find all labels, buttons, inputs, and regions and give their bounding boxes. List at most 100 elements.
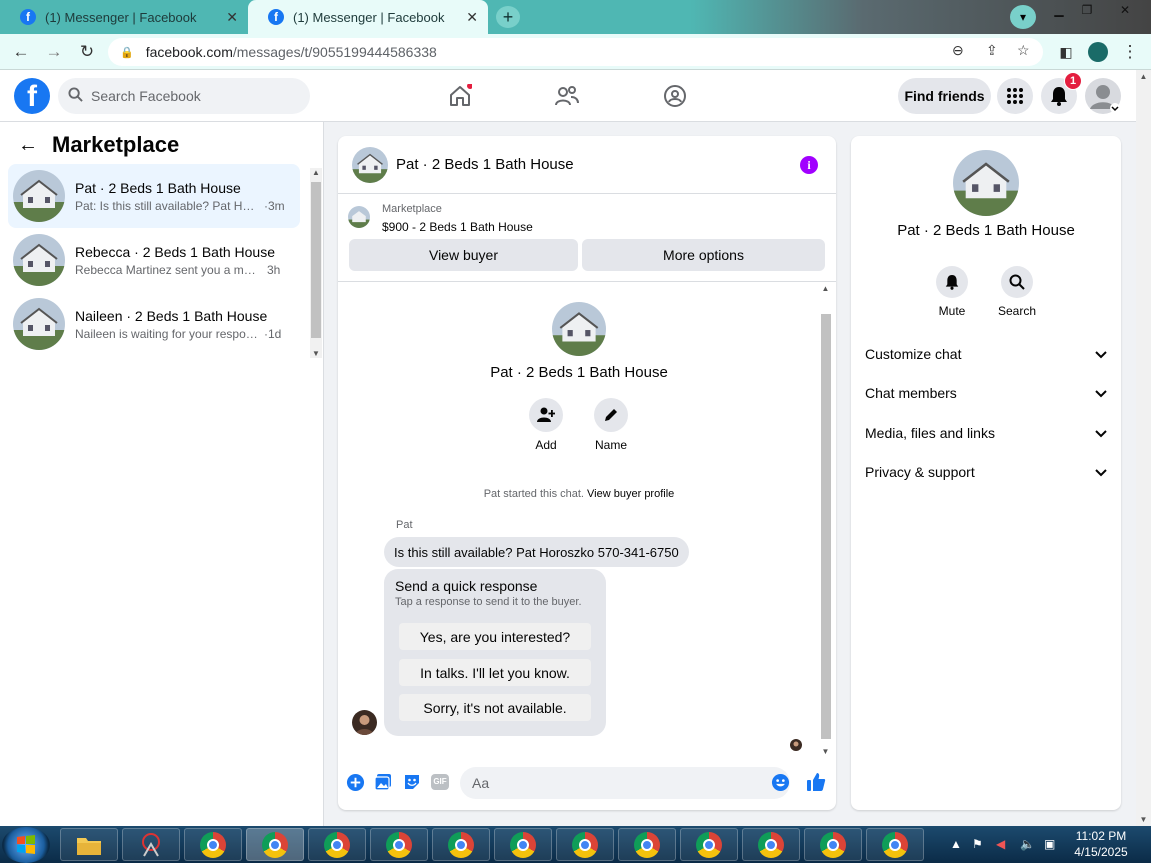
account-avatar[interactable] xyxy=(1085,78,1121,114)
chrome-taskbar-icon[interactable] xyxy=(866,828,924,861)
sender-avatar[interactable] xyxy=(352,710,377,735)
chrome-taskbar-icon[interactable] xyxy=(742,828,800,861)
search-icon xyxy=(68,87,83,105)
chrome-taskbar-icon[interactable] xyxy=(618,828,676,861)
side-panel-icon[interactable]: ◧ xyxy=(1054,40,1078,64)
conversation-list-scrollbar[interactable]: ▲ ▼ xyxy=(310,168,322,358)
quick-response-option[interactable]: Yes, are you interested? xyxy=(399,623,591,650)
tab-title: (1) Messenger | Facebook xyxy=(45,9,197,25)
add-person-icon xyxy=(529,398,563,432)
privacy-support-section[interactable]: Privacy & support xyxy=(865,462,1107,482)
photo-icon[interactable] xyxy=(373,772,393,792)
chrome-taskbar-icon-active[interactable] xyxy=(246,828,304,861)
chrome-taskbar-icon[interactable] xyxy=(370,828,428,861)
network-warning-icon[interactable]: ◀ xyxy=(996,837,1005,851)
file-explorer-taskbar-icon[interactable] xyxy=(60,828,118,861)
section-label: Chat members xyxy=(865,385,957,401)
add-label: Add xyxy=(535,438,557,452)
share-icon[interactable]: ⇪ xyxy=(986,42,998,59)
media-files-links-section[interactable]: Media, files and links xyxy=(865,423,1107,443)
conversation-time: 3h xyxy=(267,262,281,277)
find-friends-button[interactable]: Find friends xyxy=(898,78,991,114)
chrome-taskbar-icon[interactable] xyxy=(804,828,862,861)
plus-circle-icon[interactable] xyxy=(345,772,365,792)
minimize-window-icon[interactable]: ▁ xyxy=(1046,2,1072,18)
message-thread: Pat · 2 Beds 1 Bath House Add Name Pat s… xyxy=(338,282,836,752)
tab-search-chevron-icon[interactable]: ▾ xyxy=(1010,5,1036,29)
chrome-taskbar-icon[interactable] xyxy=(432,828,490,861)
reload-icon[interactable]: ↻ xyxy=(75,40,99,64)
url-host: facebook.com xyxy=(145,44,233,60)
new-tab-icon[interactable]: + xyxy=(496,6,520,28)
start-button[interactable] xyxy=(2,827,50,863)
search-in-chat-button[interactable]: Search xyxy=(987,266,1047,318)
chrome-taskbar-icon[interactable] xyxy=(184,828,242,861)
forward-arrow-icon[interactable]: → xyxy=(42,40,66,64)
menu-grid-icon[interactable] xyxy=(997,78,1033,114)
groups-icon[interactable] xyxy=(661,82,689,110)
message-thread-scrollbar[interactable]: ▲ ▼ xyxy=(819,282,832,756)
close-tab-icon[interactable]: ✕ xyxy=(466,9,478,26)
message-input[interactable]: Aa xyxy=(460,767,790,799)
page-scrollbar[interactable]: ▲ ▼ xyxy=(1136,70,1151,826)
chat-title[interactable]: Pat · 2 Beds 1 Bath House xyxy=(396,156,574,173)
browser-tab[interactable]: f (1) Messenger | Facebook ✕ xyxy=(0,0,248,34)
sticker-icon[interactable] xyxy=(402,772,422,792)
bookmark-star-icon[interactable]: ☆ xyxy=(1017,42,1030,59)
close-tab-icon[interactable]: ✕ xyxy=(226,9,238,26)
search-input[interactable]: Search Facebook xyxy=(58,78,310,114)
details-avatar xyxy=(953,150,1019,216)
info-icon[interactable]: i xyxy=(800,156,818,174)
thumbs-up-icon[interactable] xyxy=(806,772,826,792)
section-label: Customize chat xyxy=(865,346,962,362)
close-window-icon[interactable]: ✕ xyxy=(1112,2,1138,18)
home-icon[interactable] xyxy=(446,82,474,110)
listing-price-title[interactable]: $900 - 2 Beds 1 Bath House xyxy=(382,220,533,234)
name-button[interactable]: Name xyxy=(581,398,641,452)
view-buyer-profile-link[interactable]: View buyer profile xyxy=(587,488,674,500)
mute-button[interactable]: Mute xyxy=(922,266,982,318)
add-person-button[interactable]: Add xyxy=(516,398,576,452)
conversation-item[interactable]: Naileen · 2 Beds 1 Bath House Naileen is… xyxy=(8,292,300,356)
emoji-icon[interactable] xyxy=(770,772,790,792)
started-text: Pat started this chat. xyxy=(483,488,584,500)
message-bubble[interactable]: Is this still available? Pat Horoszko 57… xyxy=(384,537,689,567)
browser-menu-icon[interactable]: ⋮ xyxy=(1118,40,1142,64)
system-clock[interactable]: 11:02 PM 4/15/2025 xyxy=(1070,828,1132,860)
quick-response-option[interactable]: Sorry, it's not available. xyxy=(399,694,591,721)
chrome-taskbar-icon[interactable] xyxy=(494,828,552,861)
conversation-item[interactable]: Pat · 2 Beds 1 Bath House Pat: Is this s… xyxy=(8,164,300,228)
snipping-tool-taskbar-icon[interactable] xyxy=(122,828,180,861)
chat-members-section[interactable]: Chat members xyxy=(865,383,1107,403)
marketplace-title: Marketplace xyxy=(52,132,180,157)
conversation-item[interactable]: Rebecca · 2 Beds 1 Bath House Rebecca Ma… xyxy=(8,228,300,292)
chrome-taskbar-icon[interactable] xyxy=(308,828,366,861)
friends-icon[interactable] xyxy=(553,82,581,110)
chevron-down-icon xyxy=(1095,464,1107,480)
more-options-button[interactable]: More options xyxy=(582,239,825,271)
chrome-taskbar-icon[interactable] xyxy=(556,828,614,861)
quick-response-option[interactable]: In talks. I'll let you know. xyxy=(399,659,591,686)
zoom-icon[interactable]: ⊖ xyxy=(952,42,964,59)
chat-details-panel: Pat · 2 Beds 1 Bath House Mute Search Cu… xyxy=(851,136,1121,810)
view-buyer-button[interactable]: View buyer xyxy=(349,239,578,271)
back-arrow-icon[interactable]: ← xyxy=(18,134,38,157)
power-icon[interactable]: ▣ xyxy=(1044,837,1055,851)
customize-chat-section[interactable]: Customize chat xyxy=(865,344,1107,364)
gif-icon[interactable]: GIF xyxy=(430,772,450,792)
house-thumbnail xyxy=(13,234,65,286)
back-arrow-icon[interactable]: ← xyxy=(9,40,33,64)
section-label: Privacy & support xyxy=(865,464,975,480)
address-bar[interactable]: 🔒 facebook.com/messages/t/90551994445863… xyxy=(108,38,1043,66)
chevron-down-icon xyxy=(1095,385,1107,401)
volume-icon[interactable]: 🔈 xyxy=(1020,837,1035,851)
chat-avatar[interactable] xyxy=(352,146,388,183)
action-center-flag-icon[interactable]: ⚑ xyxy=(972,837,983,851)
facebook-logo-icon[interactable]: f xyxy=(14,78,50,114)
profile-avatar-icon[interactable] xyxy=(1086,40,1110,64)
browser-tab-active[interactable]: f (1) Messenger | Facebook ✕ xyxy=(248,0,488,34)
show-hidden-icons-icon[interactable]: ▲ xyxy=(950,837,962,851)
restore-window-icon[interactable]: ❐ xyxy=(1074,2,1100,18)
search-placeholder: Search Facebook xyxy=(91,88,201,104)
chrome-taskbar-icon[interactable] xyxy=(680,828,738,861)
